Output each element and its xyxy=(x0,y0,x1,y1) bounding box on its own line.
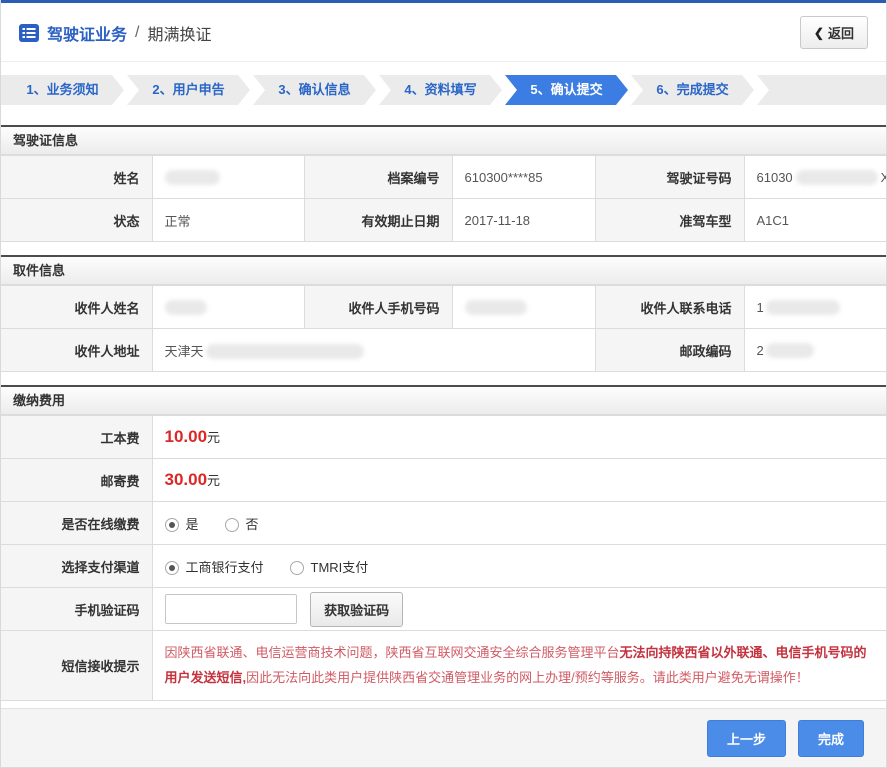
postage-fee-value: 30.00元 xyxy=(151,458,886,502)
sms-notice-label: 短信接收提示 xyxy=(1,629,153,702)
name-label: 姓名 xyxy=(1,155,153,199)
pickup-section-title: 取件信息 xyxy=(1,255,886,285)
back-button[interactable]: ❮ 返回 xyxy=(799,16,868,49)
license-section-title: 驾驶证信息 xyxy=(1,125,886,155)
breadcrumb-separator: / xyxy=(135,23,140,41)
step-1-notice[interactable]: 1、业务须知 xyxy=(1,75,124,105)
sms-notice-text: 因陕西省联通、电信运营商技术问题，陕西省互联网交通安全综合服务管理平台无法向持陕… xyxy=(151,629,886,702)
list-icon xyxy=(19,23,39,42)
step-bar-filler xyxy=(757,75,886,105)
radio-channel-tmri-label[interactable]: TMRI支付 xyxy=(311,560,369,575)
expiry-date-label: 有效期止日期 xyxy=(303,198,453,242)
table-row: 收件人姓名 收件人手机号码 收件人联系电话 1 xyxy=(1,285,886,329)
status-value: 正常 xyxy=(151,198,305,242)
production-fee-label: 工本费 xyxy=(1,415,153,459)
pickup-info-section: 取件信息 收件人姓名 收件人手机号码 收件人联系电话 1 收件人地址 天津天 邮… xyxy=(1,255,886,372)
table-row: 收件人地址 天津天 邮政编码 2 xyxy=(1,328,886,372)
radio-online-no[interactable] xyxy=(224,517,239,532)
page: 驾驶证业务 / 期满换证 ❮ 返回 1、业务须知 2、用户申告 3、确认信息 4… xyxy=(0,0,887,768)
table-row: 手机验证码 获取验证码 xyxy=(1,587,886,631)
sms-code-label: 手机验证码 xyxy=(1,587,153,631)
vehicle-class-label: 准驾车型 xyxy=(594,198,745,242)
chevron-left-icon: ❮ xyxy=(813,25,824,40)
payment-section-title: 缴纳费用 xyxy=(1,385,886,415)
step-2-declare[interactable]: 2、用户申告 xyxy=(127,75,250,105)
get-code-button[interactable]: 获取验证码 xyxy=(310,591,404,627)
radio-online-yes[interactable] xyxy=(164,517,179,532)
redacted-value xyxy=(164,299,207,315)
recipient-name-value xyxy=(151,285,305,329)
payment-table: 工本费 10.00元 邮寄费 30.00元 是否在线缴费 是否 选择支付渠道 工… xyxy=(1,415,886,702)
pay-channel-label: 选择支付渠道 xyxy=(1,544,153,588)
file-number-label: 档案编号 xyxy=(303,155,453,199)
radio-channel-tmri[interactable] xyxy=(289,560,304,575)
page-subtitle: 期满换证 xyxy=(147,26,212,44)
postal-code-label: 邮政编码 xyxy=(594,328,745,372)
recipient-mobile-label: 收件人手机号码 xyxy=(303,285,453,329)
postage-fee-label: 邮寄费 xyxy=(1,458,153,502)
table-row: 是否在线缴费 是否 xyxy=(1,501,886,545)
recipient-address-value: 天津天 xyxy=(151,328,596,372)
sms-code-input[interactable] xyxy=(164,594,297,624)
expiry-date-value: 2017-11-18 xyxy=(451,198,596,242)
license-number-label: 驾驶证号码 xyxy=(594,155,745,199)
redacted-value xyxy=(765,342,814,358)
radio-channel-icbc[interactable] xyxy=(164,560,179,575)
page-header: 驾驶证业务 / 期满换证 ❮ 返回 xyxy=(1,3,886,62)
redacted-value xyxy=(765,299,840,315)
postal-code-value: 2 xyxy=(743,328,886,372)
recipient-address-label: 收件人地址 xyxy=(1,328,153,372)
page-title: 驾驶证业务 xyxy=(47,26,128,44)
recipient-name-label: 收件人姓名 xyxy=(1,285,153,329)
table-row: 短信接收提示 因陕西省联通、电信运营商技术问题，陕西省互联网交通安全综合服务管理… xyxy=(1,629,886,702)
redacted-value xyxy=(164,169,220,185)
vehicle-class-value: A1C1 xyxy=(743,198,886,242)
sms-code-field: 获取验证码 xyxy=(151,587,886,631)
license-info-table: 姓名 档案编号 610300****85 驾驶证号码 61030X 状态 正常 … xyxy=(1,155,886,242)
footer-bar: 上一步 完成 xyxy=(1,708,886,767)
name-value xyxy=(151,155,305,199)
step-5-confirm-submit[interactable]: 5、确认提交 xyxy=(505,75,628,105)
step-6-finish-submit[interactable]: 6、完成提交 xyxy=(631,75,754,105)
step-navigation: 1、业务须知 2、用户申告 3、确认信息 4、资料填写 5、确认提交 6、完成提… xyxy=(1,75,886,105)
finish-button[interactable]: 完成 xyxy=(797,719,864,757)
table-row: 姓名 档案编号 610300****85 驾驶证号码 61030X xyxy=(1,155,886,199)
online-pay-options: 是否 xyxy=(151,501,886,545)
pay-channel-options: 工商银行支付 TMRI支付 xyxy=(151,544,886,588)
redacted-value xyxy=(464,299,527,315)
license-number-value: 61030X xyxy=(743,155,886,199)
recipient-mobile-value xyxy=(451,285,596,329)
table-row: 工本费 10.00元 xyxy=(1,415,886,459)
payment-section: 缴纳费用 工本费 10.00元 邮寄费 30.00元 是否在线缴费 是否 选择支… xyxy=(1,385,886,702)
redacted-value xyxy=(795,169,878,185)
redacted-value xyxy=(205,343,364,359)
status-label: 状态 xyxy=(1,198,153,242)
file-number-value: 610300****85 xyxy=(451,155,596,199)
recipient-phone-label: 收件人联系电话 xyxy=(594,285,745,329)
license-info-section: 驾驶证信息 姓名 档案编号 610300****85 驾驶证号码 61030X … xyxy=(1,125,886,242)
table-row: 状态 正常 有效期止日期 2017-11-18 准驾车型 A1C1 xyxy=(1,198,886,242)
back-button-label: 返回 xyxy=(827,26,854,41)
radio-online-no-label[interactable]: 否 xyxy=(246,517,259,532)
radio-channel-icbc-label[interactable]: 工商银行支付 xyxy=(186,560,264,575)
step-3-confirm-info[interactable]: 3、确认信息 xyxy=(253,75,376,105)
online-pay-label: 是否在线缴费 xyxy=(1,501,153,545)
recipient-phone-value: 1 xyxy=(743,285,886,329)
breadcrumb: 驾驶证业务 / 期满换证 xyxy=(19,21,211,45)
previous-step-button[interactable]: 上一步 xyxy=(706,719,786,757)
radio-online-yes-label[interactable]: 是 xyxy=(186,517,199,532)
production-fee-value: 10.00元 xyxy=(151,415,886,459)
step-4-fill-data[interactable]: 4、资料填写 xyxy=(379,75,502,105)
pickup-info-table: 收件人姓名 收件人手机号码 收件人联系电话 1 收件人地址 天津天 邮政编码 2 xyxy=(1,285,886,372)
table-row: 邮寄费 30.00元 xyxy=(1,458,886,502)
table-row: 选择支付渠道 工商银行支付 TMRI支付 xyxy=(1,544,886,588)
